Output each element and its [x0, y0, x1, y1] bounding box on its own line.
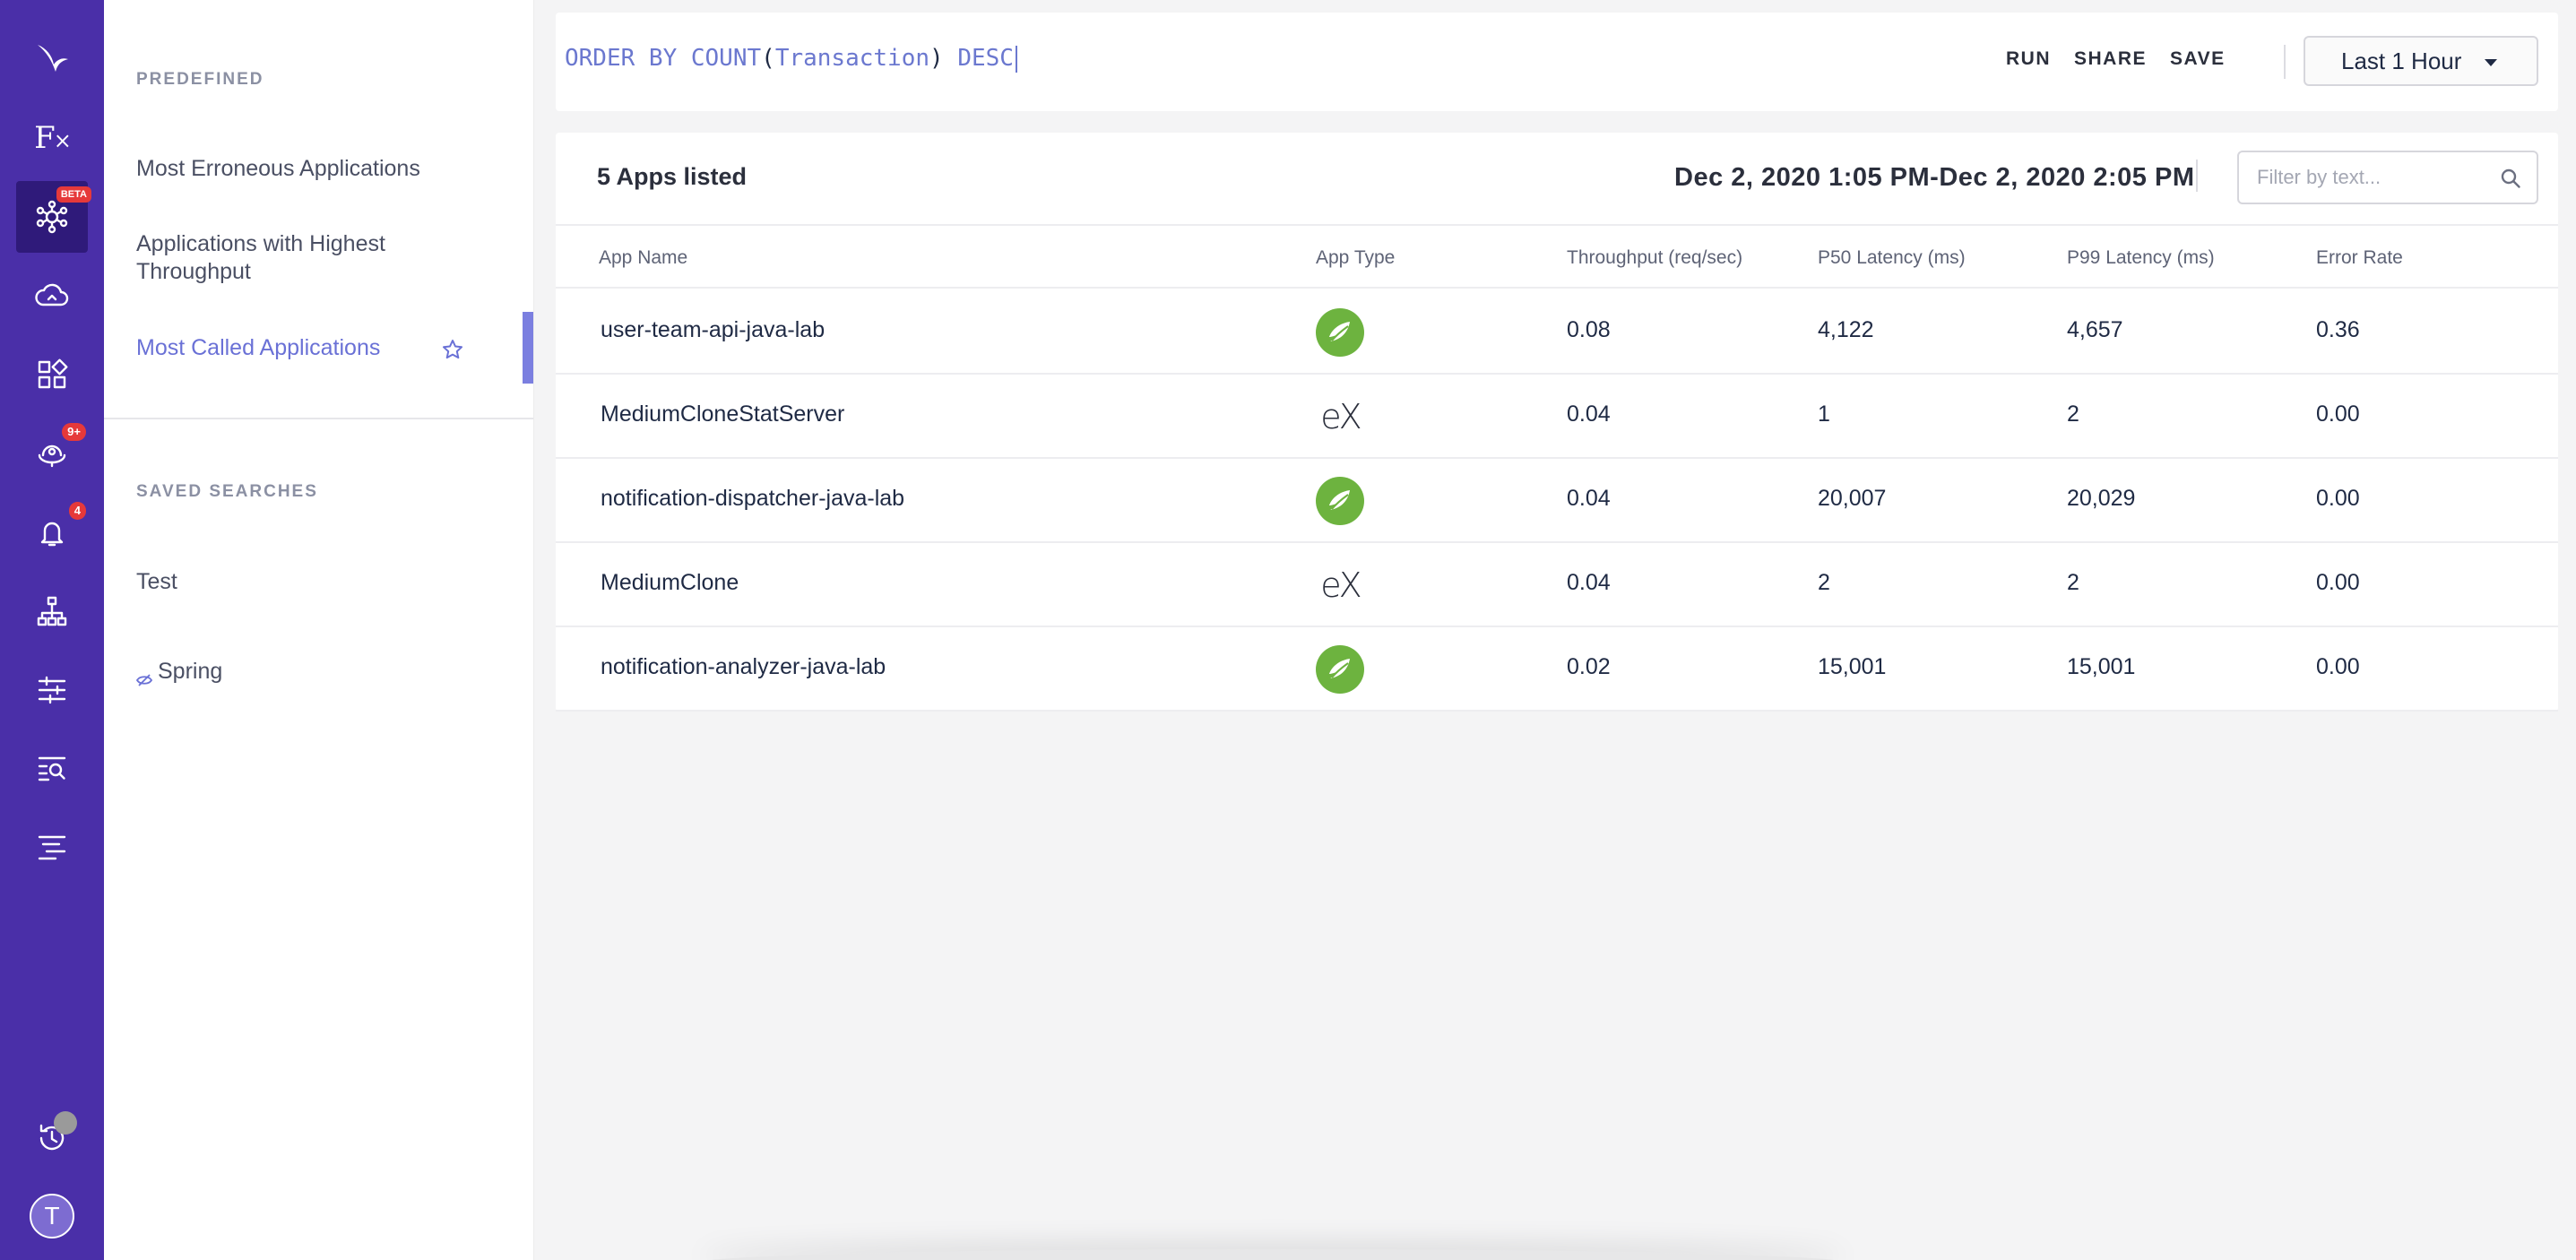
p50-latency-cell: 15,001: [1818, 654, 1887, 679]
spring-logo-icon: [1316, 308, 1364, 357]
predefined-item-highest-throughput[interactable]: Applications with Highest Throughput: [136, 230, 459, 286]
search-icon[interactable]: [2499, 167, 2522, 190]
error-rate-cell: 0.00: [2316, 570, 2360, 595]
p50-latency-cell: 4,122: [1818, 317, 1874, 342]
app-name-cell[interactable]: MediumClone: [601, 570, 739, 596]
log-search-icon[interactable]: [16, 733, 88, 805]
p50-latency-cell: 2: [1818, 570, 1830, 595]
table-row[interactable]: notification-analyzer-java-lab 0.02 15,001…: [556, 627, 2558, 712]
bottom-shadow: [699, 1249, 1846, 1260]
p99-latency-cell: 2: [2067, 570, 2079, 595]
save-button[interactable]: SAVE: [2170, 48, 2226, 70]
functions-icon[interactable]: F×: [16, 102, 88, 174]
user-avatar[interactable]: T: [30, 1194, 74, 1238]
time-range-value: Last 1 Hour: [2341, 47, 2462, 74]
p99-latency-cell: 4,657: [2067, 317, 2123, 342]
predefined-section-title: PREDEFINED: [136, 70, 264, 89]
text-caret: [1015, 45, 1017, 73]
panel-divider: [104, 418, 533, 419]
app-logo-icon[interactable]: [16, 20, 88, 95]
predefined-item-most-erroneous[interactable]: Most Erroneous Applications: [136, 155, 495, 183]
throughput-cell: 0.04: [1567, 570, 1611, 595]
p99-latency-cell: 15,001: [2067, 654, 2136, 679]
dashboards-icon[interactable]: [16, 339, 88, 410]
throughput-cell: 0.04: [1567, 486, 1611, 511]
table-row[interactable]: user-team-api-java-lab 0.08 4,122 4,657 0.36: [556, 290, 2558, 375]
app-name-cell[interactable]: MediumCloneStatServer: [601, 401, 844, 427]
saved-item-test[interactable]: Test: [136, 568, 495, 596]
throughput-cell: 0.02: [1567, 654, 1611, 679]
alerts-count-badge: 4: [68, 502, 86, 520]
searches-panel: PREDEFINED Most Erroneous Applications A…: [104, 0, 534, 1260]
error-rate-cell: 0.00: [2316, 486, 2360, 511]
app-type-cell: [1316, 308, 1364, 357]
results-count: 5 Apps listed: [597, 163, 748, 190]
time-range-select[interactable]: Last 1 Hour: [2304, 36, 2538, 86]
topology-icon[interactable]: [16, 575, 88, 647]
throughput-cell: 0.08: [1567, 317, 1611, 342]
table-row[interactable]: MediumClone eX 0.04 2 2 0.00: [556, 543, 2558, 627]
spring-logo-icon: [1316, 645, 1364, 694]
app-name-cell[interactable]: notification-analyzer-java-lab: [601, 654, 886, 680]
insights-icon[interactable]: 9+: [16, 418, 88, 489]
express-logo-icon: eX: [1320, 397, 1361, 436]
cloud-icon[interactable]: [16, 260, 88, 332]
app-type-cell: [1316, 645, 1364, 694]
filter-input[interactable]: [2237, 151, 2538, 204]
express-logo-icon: eX: [1320, 565, 1361, 605]
main-nav-rail: F× BETA 9+ 4 T: [0, 0, 104, 1260]
query-keyword-desc: DESC: [957, 45, 1014, 72]
column-header-app-name[interactable]: App Name: [599, 247, 687, 269]
error-rate-cell: 0.36: [2316, 317, 2360, 342]
favorite-star-icon[interactable]: [441, 338, 464, 361]
spring-logo-icon: [1316, 477, 1364, 525]
p99-latency-cell: 20,029: [2067, 486, 2136, 511]
date-range: Dec 2, 2020 1:05 PM-Dec 2, 2020 2:05 PM: [1674, 163, 2195, 192]
service-map-icon[interactable]: BETA: [16, 181, 91, 253]
error-rate-cell: 0.00: [2316, 654, 2360, 679]
column-header-app-type[interactable]: App Type: [1316, 247, 1395, 269]
history-status-dot: [54, 1111, 77, 1135]
results-card: 5 Apps listed Dec 2, 2020 1:05 PM-Dec 2,…: [556, 133, 2558, 712]
app-name-cell[interactable]: notification-dispatcher-java-lab: [601, 486, 904, 512]
app-type-cell: eX: [1316, 393, 1364, 441]
column-header-p50[interactable]: P50 Latency (ms): [1818, 247, 1966, 269]
app-type-cell: eX: [1316, 561, 1364, 609]
beta-badge: BETA: [56, 186, 91, 203]
column-header-p99[interactable]: P99 Latency (ms): [2067, 247, 2215, 269]
p50-latency-cell: 1: [1818, 401, 1830, 427]
toolbar-separator: [2284, 45, 2286, 79]
app-type-cell: [1316, 477, 1364, 525]
insights-count-badge: 9+: [62, 423, 86, 441]
p50-latency-cell: 20,007: [1818, 486, 1887, 511]
active-item-indicator: [523, 312, 533, 384]
saved-searches-section-title: SAVED SEARCHES: [136, 482, 318, 501]
query-close-paren: ): [929, 45, 944, 72]
query-editor[interactable]: ORDER BY COUNT(Transaction) DESC: [565, 45, 1017, 73]
throughput-cell: 0.04: [1567, 401, 1611, 427]
column-header-error-rate[interactable]: Error Rate: [2316, 247, 2403, 269]
table-header: App Name App Type Throughput (req/sec) P…: [556, 224, 2558, 289]
p99-latency-cell: 2: [2067, 401, 2079, 427]
table-row[interactable]: MediumCloneStatServer eX 0.04 1 2 0.00: [556, 375, 2558, 459]
query-bar: ORDER BY COUNT(Transaction) DESC RUN SHA…: [556, 13, 2558, 111]
query-open-paren: (: [761, 45, 775, 72]
query-keyword-order: ORDER BY COUNT: [565, 45, 762, 72]
error-rate-cell: 0.00: [2316, 401, 2360, 427]
run-button[interactable]: RUN: [2006, 48, 2051, 70]
saved-item-spring[interactable]: Spring: [135, 658, 495, 687]
alerts-bell-icon[interactable]: 4: [16, 496, 88, 568]
chevron-down-icon: [2485, 59, 2497, 66]
saved-item-spring-label: Spring: [158, 659, 223, 684]
column-header-throughput[interactable]: Throughput (req/sec): [1567, 247, 1742, 269]
history-icon[interactable]: [16, 1102, 88, 1174]
app-name-cell[interactable]: user-team-api-java-lab: [601, 317, 825, 343]
filters-icon[interactable]: [16, 654, 88, 726]
table-row[interactable]: notification-dispatcher-java-lab 0.04 20,0…: [556, 459, 2558, 543]
header-separator: [2196, 160, 2198, 192]
hidden-eye-icon: [135, 666, 153, 687]
traces-icon[interactable]: [16, 812, 88, 884]
share-button[interactable]: SHARE: [2074, 48, 2147, 70]
query-field: Transaction: [774, 45, 929, 72]
